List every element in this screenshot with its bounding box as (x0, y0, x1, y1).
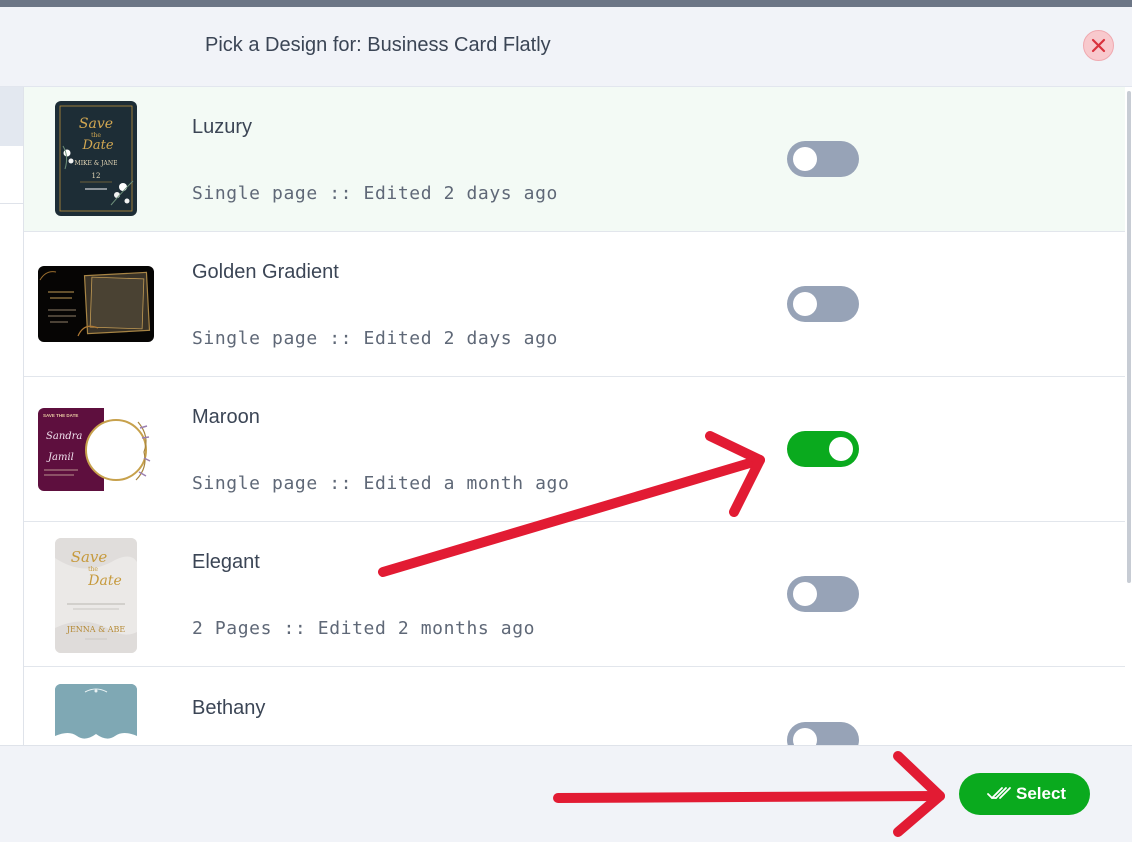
svg-text:12: 12 (92, 172, 101, 180)
double-check-icon (987, 787, 1011, 799)
design-row-maroon[interactable]: SAVE THE DATE Sandra Jamil Maroon Single… (24, 377, 1125, 522)
toggle-knob (829, 437, 853, 461)
toggle-knob (793, 728, 817, 745)
design-select-toggle[interactable] (787, 141, 859, 177)
design-thumbnail-golden-gradient (38, 266, 154, 342)
svg-text:Date: Date (81, 138, 113, 153)
svg-text:Sandra: Sandra (46, 431, 82, 442)
design-select-toggle[interactable] (787, 431, 859, 467)
design-select-toggle[interactable] (787, 722, 859, 745)
scrollbar-thumb[interactable] (1127, 91, 1131, 583)
toggle-knob (793, 147, 817, 171)
design-thumbnail-elegant: Save the Date JENNA & ABE (55, 538, 137, 653)
svg-text:the: the (88, 566, 98, 573)
dialog-header: Pick a Design for: Business Card Flatly (0, 7, 1132, 87)
design-select-toggle[interactable] (787, 286, 859, 322)
design-row-bethany[interactable]: Bethany (24, 668, 1125, 745)
svg-text:Date: Date (87, 573, 121, 589)
dialog-footer: Select (0, 745, 1132, 842)
dialog-title: Pick a Design for: Business Card Flatly (205, 34, 551, 56)
window-top-bar (0, 0, 1132, 7)
design-meta: 2 Pages :: Edited 2 months ago (192, 618, 536, 639)
svg-text:JENNA & ABE: JENNA & ABE (66, 625, 126, 634)
design-row-elegant[interactable]: Save the Date JENNA & ABE Elegant 2 Page… (24, 522, 1125, 667)
design-meta: Single page :: Edited 2 days ago (192, 183, 558, 204)
close-button[interactable] (1083, 30, 1114, 61)
design-name: Luzury (192, 116, 253, 138)
design-meta: Single page :: Edited a month ago (192, 473, 570, 494)
toggle-knob (793, 292, 817, 316)
svg-text:Jamil: Jamil (46, 452, 74, 463)
design-name: Bethany (192, 697, 266, 719)
toggle-knob (793, 582, 817, 606)
design-thumbnail-bethany (55, 684, 137, 745)
svg-text:Save: Save (71, 548, 108, 566)
select-button[interactable]: Select (959, 773, 1090, 815)
background-panel (0, 87, 24, 745)
select-button-label: Select (1016, 784, 1067, 803)
design-list: Save the Date MIKE & JANE 12 Luzury Sing… (24, 87, 1125, 745)
design-name: Elegant (192, 551, 260, 573)
design-thumbnail-maroon: SAVE THE DATE Sandra Jamil (38, 408, 154, 491)
design-row-golden-gradient[interactable]: Golden Gradient Single page :: Edited 2 … (24, 232, 1125, 377)
design-meta: Single page :: Edited 2 days ago (192, 328, 558, 349)
svg-text:SAVE THE DATE: SAVE THE DATE (43, 413, 78, 418)
design-row-luzury[interactable]: Save the Date MIKE & JANE 12 Luzury Sing… (24, 87, 1125, 232)
design-name: Golden Gradient (192, 261, 339, 283)
design-select-toggle[interactable] (787, 576, 859, 612)
design-thumbnail-luzury: Save the Date MIKE & JANE 12 (55, 101, 137, 216)
thumb-text: Save (79, 116, 113, 132)
list-scrollbar[interactable] (1125, 87, 1132, 745)
svg-text:MIKE & JANE: MIKE & JANE (75, 160, 118, 167)
design-name: Maroon (192, 406, 260, 428)
close-icon (1091, 38, 1106, 53)
